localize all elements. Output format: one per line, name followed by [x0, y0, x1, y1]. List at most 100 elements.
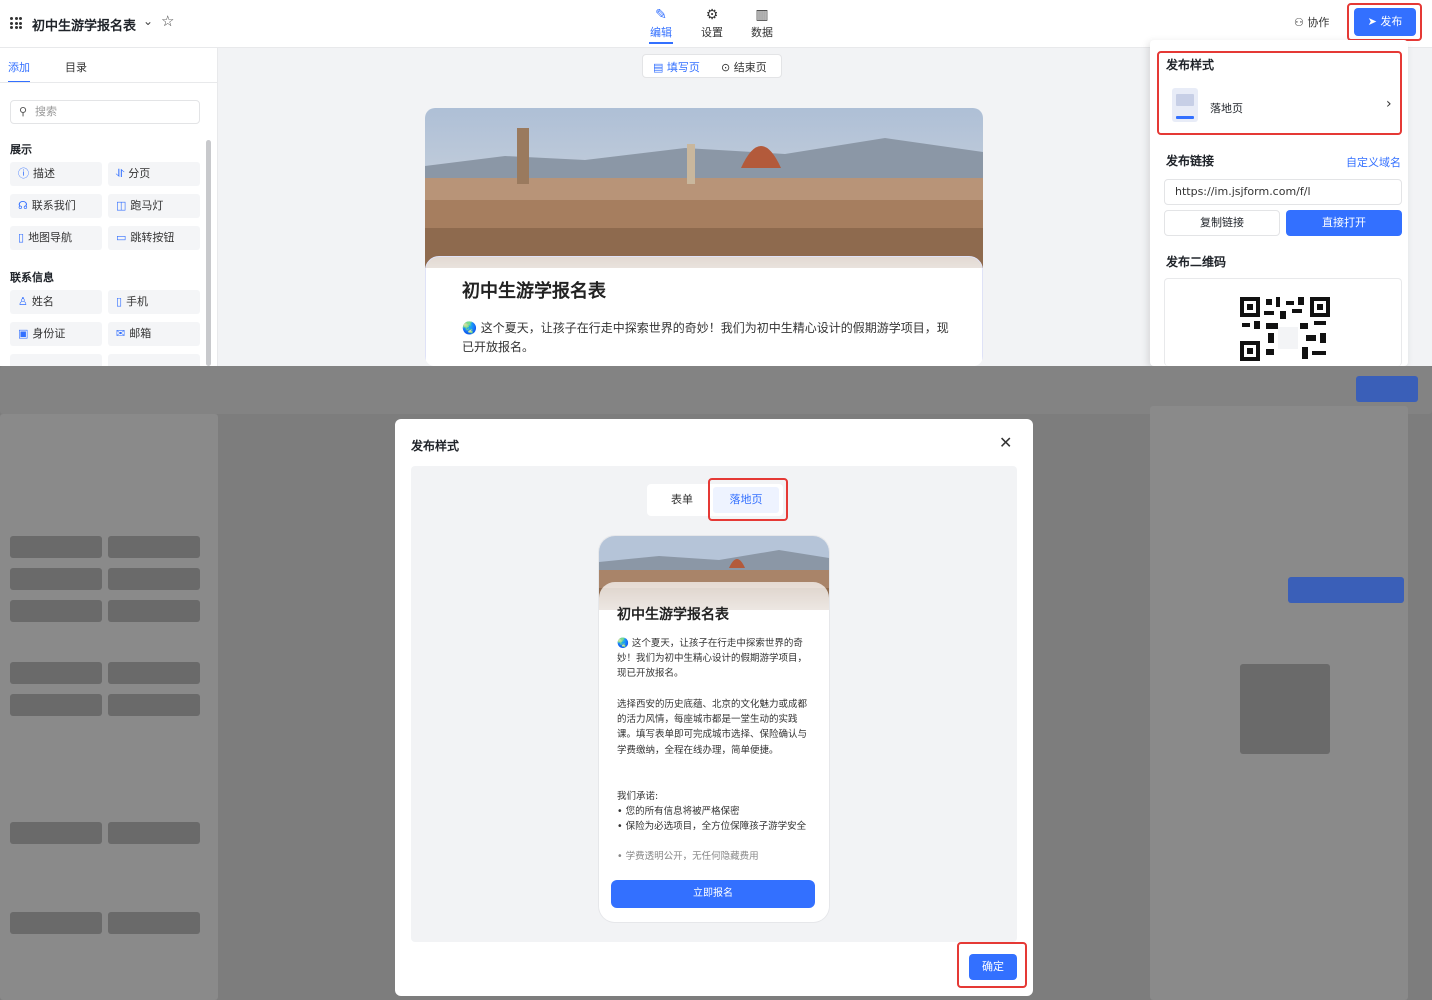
id-card-icon: ▣ — [18, 327, 29, 340]
component-jump-button[interactable]: ▭ 跳转按钮 — [108, 226, 200, 250]
dimmed-qr — [1240, 664, 1330, 754]
dimmed-item — [10, 912, 102, 934]
form-heading: 初中生游学报名表 — [462, 281, 606, 302]
copy-link-button[interactable]: 复制链接 — [1164, 210, 1280, 236]
qr-title: 发布二维码 — [1166, 255, 1227, 269]
tab-outline[interactable]: 目录 — [65, 59, 87, 75]
preview-area: 表单 落地页 初中生游学报名表 🌏 这个夏天，让孩子在行走中探索世界的奇妙！我们… — [411, 466, 1017, 942]
form-title[interactable]: 初中生游学报名表 — [32, 15, 136, 34]
dimmed-item — [108, 568, 200, 590]
component-label: 描述 — [33, 167, 55, 180]
pencil-icon: ✎ — [655, 7, 667, 23]
component-marquee[interactable]: ◫ 跑马灯 — [108, 194, 200, 218]
preview-intro: 🌏 这个夏天，让孩子在行走中探索世界的奇妙！我们为初中生精心设计的假期游学项目，… — [617, 638, 808, 680]
chevron-down-icon[interactable]: ⌄ — [143, 14, 153, 28]
page-break-icon: ⥯ — [116, 167, 125, 180]
component-pagination[interactable]: ⥯ 分页 — [108, 162, 200, 186]
preview-promise-title: 我们承诺: — [617, 791, 659, 802]
tab-add[interactable]: 添加 — [8, 59, 30, 83]
publish-link-field[interactable]: https://im.jsjform.com/f/l — [1164, 179, 1402, 205]
section-display-title: 展示 — [10, 143, 32, 156]
tab-edit[interactable]: ✎ 编辑 — [641, 6, 681, 44]
check-circle-icon: ⊙ — [721, 61, 734, 74]
mail-icon: ✉ — [116, 327, 126, 340]
map-icon: ▯ — [18, 231, 25, 244]
dimmed-item — [10, 600, 102, 622]
info-icon: ⓘ — [18, 167, 29, 180]
component-label: 邮箱 — [129, 327, 152, 340]
dimmed-item — [108, 822, 200, 844]
form-intro: 🌏 这个夏天，让孩子在行走中探索世界的奇妙！我们为初中生精心设计的假期游学项目，… — [462, 321, 949, 354]
collab-label: 协作 — [1307, 16, 1330, 29]
component-label: 分页 — [128, 167, 151, 180]
tab-end-page[interactable]: ⊙ 结束页 — [721, 59, 767, 75]
tab-end-page-label: 结束页 — [733, 61, 767, 74]
dimmed-item — [10, 694, 102, 716]
component-phone[interactable]: ▯ 手机 — [108, 290, 200, 314]
publish-style-dialog-screenshot: 发布样式 ✕ 表单 落地页 初中生游学报名表 🌏 这个夏天，让孩子在行走中探索世… — [0, 366, 1432, 1000]
component-map-nav[interactable]: ▯ 地图导航 — [10, 226, 102, 250]
landing-page-preview: 初中生游学报名表 🌏 这个夏天，让孩子在行走中探索世界的奇妙！我们为初中生精心设… — [599, 536, 829, 922]
divider — [0, 82, 218, 83]
component-label: 身份证 — [32, 327, 66, 340]
open-link-button[interactable]: 直接打开 — [1286, 210, 1402, 236]
panel-scrollbar[interactable] — [206, 140, 211, 366]
tab-settings-label: 设置 — [701, 26, 723, 39]
component-label: 跳转按钮 — [130, 231, 175, 244]
dimmed-item — [10, 568, 102, 590]
form-preview-card: 初中生游学报名表 🌏 这个夏天，让孩子在行走中探索世界的奇妙！我们为初中生精心设… — [425, 108, 983, 366]
dimmed-item — [108, 662, 200, 684]
component-label: 联系我们 — [31, 199, 76, 212]
editor-screenshot: 初中生游学报名表 ⌄ ☆ ✎ 编辑 ⚙ 设置 ▥ 数据 ⚇ 协作 ➤ 发布 添加… — [0, 0, 1432, 366]
highlight-publish-style — [1157, 51, 1402, 135]
marquee-icon: ◫ — [116, 199, 127, 212]
search-placeholder: 搜索 — [35, 105, 57, 118]
component-contact-us[interactable]: ☊ 联系我们 — [10, 194, 102, 218]
custom-domain-link[interactable]: 自定义域名 — [1346, 154, 1401, 170]
component-panel: 添加 目录 ⚲ 搜索 展示 ⓘ 描述 ⥯ 分页 ☊ 联系我们 ◫ 跑马灯 ▯ 地图导航 ▭… — [0, 48, 218, 366]
page-tabs: ▤ 填写页 ⊙ 结束页 — [642, 54, 782, 78]
component-email[interactable]: ✉ 邮箱 — [108, 322, 200, 346]
dimmed-open-button — [1288, 577, 1404, 603]
star-icon[interactable]: ☆ — [161, 12, 174, 30]
highlight-publish-button — [1347, 3, 1422, 41]
component-label: 地图导航 — [28, 231, 73, 244]
close-icon[interactable]: ✕ — [999, 433, 1012, 452]
button-icon: ▭ — [116, 231, 127, 244]
bar-chart-icon: ▥ — [755, 7, 769, 23]
component-id-card[interactable]: ▣ 身份证 — [10, 322, 102, 346]
register-now-button[interactable]: 立即报名 — [611, 880, 815, 908]
qr-code-icon — [1240, 297, 1330, 361]
tab-form-style[interactable]: 表单 — [649, 484, 715, 516]
dimmed-item — [108, 536, 200, 558]
city-banner-image — [425, 108, 983, 268]
component-more[interactable] — [10, 354, 102, 366]
highlight-confirm-button — [957, 942, 1027, 988]
dimmed-item — [10, 536, 102, 558]
highlight-landing-tab — [708, 478, 788, 521]
dimmed-item — [108, 912, 200, 934]
component-more[interactable] — [108, 354, 200, 366]
apps-grid-icon[interactable] — [10, 17, 22, 29]
search-input[interactable]: ⚲ 搜索 — [10, 100, 200, 124]
publish-link-title: 发布链接 — [1166, 154, 1215, 168]
component-label: 姓名 — [31, 295, 54, 308]
qr-container — [1164, 278, 1402, 366]
document-icon: ▤ — [653, 61, 667, 74]
component-description[interactable]: ⓘ 描述 — [10, 162, 102, 186]
headset-icon: ☊ — [18, 199, 28, 212]
search-icon: ⚲ — [19, 105, 28, 118]
component-label: 手机 — [126, 295, 149, 308]
phone-icon: ▯ — [116, 295, 123, 308]
preview-promise-1: • 您的所有信息将被严格保密 — [617, 806, 740, 817]
preview-promise-3: • 学费透明公开，无任何隐藏费用 — [617, 851, 759, 862]
tab-fill-page[interactable]: ▤ 填写页 — [653, 59, 700, 75]
component-name[interactable]: ♙ 姓名 — [10, 290, 102, 314]
dimmed-item — [108, 694, 200, 716]
tab-settings[interactable]: ⚙ 设置 — [692, 6, 732, 40]
collab-button[interactable]: ⚇ 协作 — [1294, 14, 1329, 30]
dimmed-item — [10, 822, 102, 844]
modal-title: 发布样式 — [411, 439, 460, 453]
tab-data[interactable]: ▥ 数据 — [742, 6, 782, 40]
dimmed-publish-button — [1356, 376, 1418, 402]
